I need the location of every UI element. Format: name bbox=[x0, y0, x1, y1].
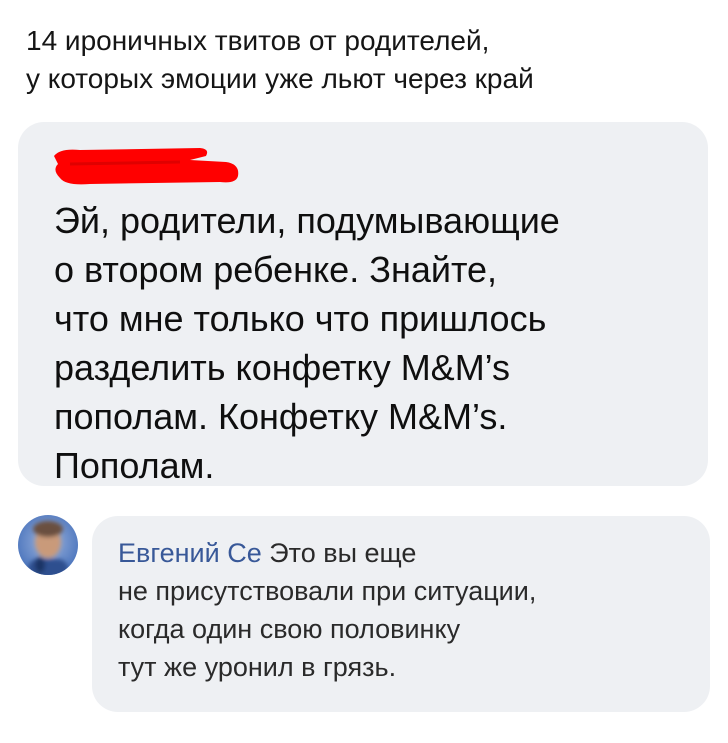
blurred-avatar-icon bbox=[18, 515, 78, 575]
tweet-line: пополам. Конфетку M&M’s. bbox=[54, 396, 508, 437]
redacted-username-scribble bbox=[54, 148, 239, 185]
comment-line: Это вы еще bbox=[269, 538, 417, 568]
tweet-card: Эй, родители, подумывающие о втором ребе… bbox=[18, 122, 708, 486]
tweet-text: Эй, родители, подумывающие о втором ребе… bbox=[54, 196, 704, 490]
article-headline: 14 ироничных твитов от родителей, у кото… bbox=[26, 22, 716, 98]
comment-text: Евгений Се Это вы еще не присутствовали … bbox=[118, 534, 698, 686]
comment-author-link[interactable]: Евгений Се bbox=[118, 538, 262, 568]
tweet-line: разделить конфетку M&M’s bbox=[54, 347, 511, 388]
tweet-line: Пополам. bbox=[54, 445, 215, 486]
tweet-line: Эй, родители, подумывающие bbox=[54, 200, 560, 241]
comment-line: когда один свою половинку bbox=[118, 614, 461, 644]
tweet-line: о втором ребенке. Знайте, bbox=[54, 249, 498, 290]
headline-line-1: 14 ироничных твитов от родителей, bbox=[26, 25, 490, 56]
comment-first-line: Евгений Се Это вы еще bbox=[118, 534, 698, 572]
comment-line: не присутствовали при ситуации, bbox=[118, 576, 537, 606]
avatar[interactable] bbox=[18, 515, 78, 575]
comment-line: тут же уронил в грязь. bbox=[118, 652, 397, 682]
headline-line-2: у которых эмоции уже льют через край bbox=[26, 63, 534, 94]
tweet-line: что мне только что пришлось bbox=[54, 298, 547, 339]
comment-bubble: Евгений Се Это вы еще не присутствовали … bbox=[92, 516, 710, 712]
